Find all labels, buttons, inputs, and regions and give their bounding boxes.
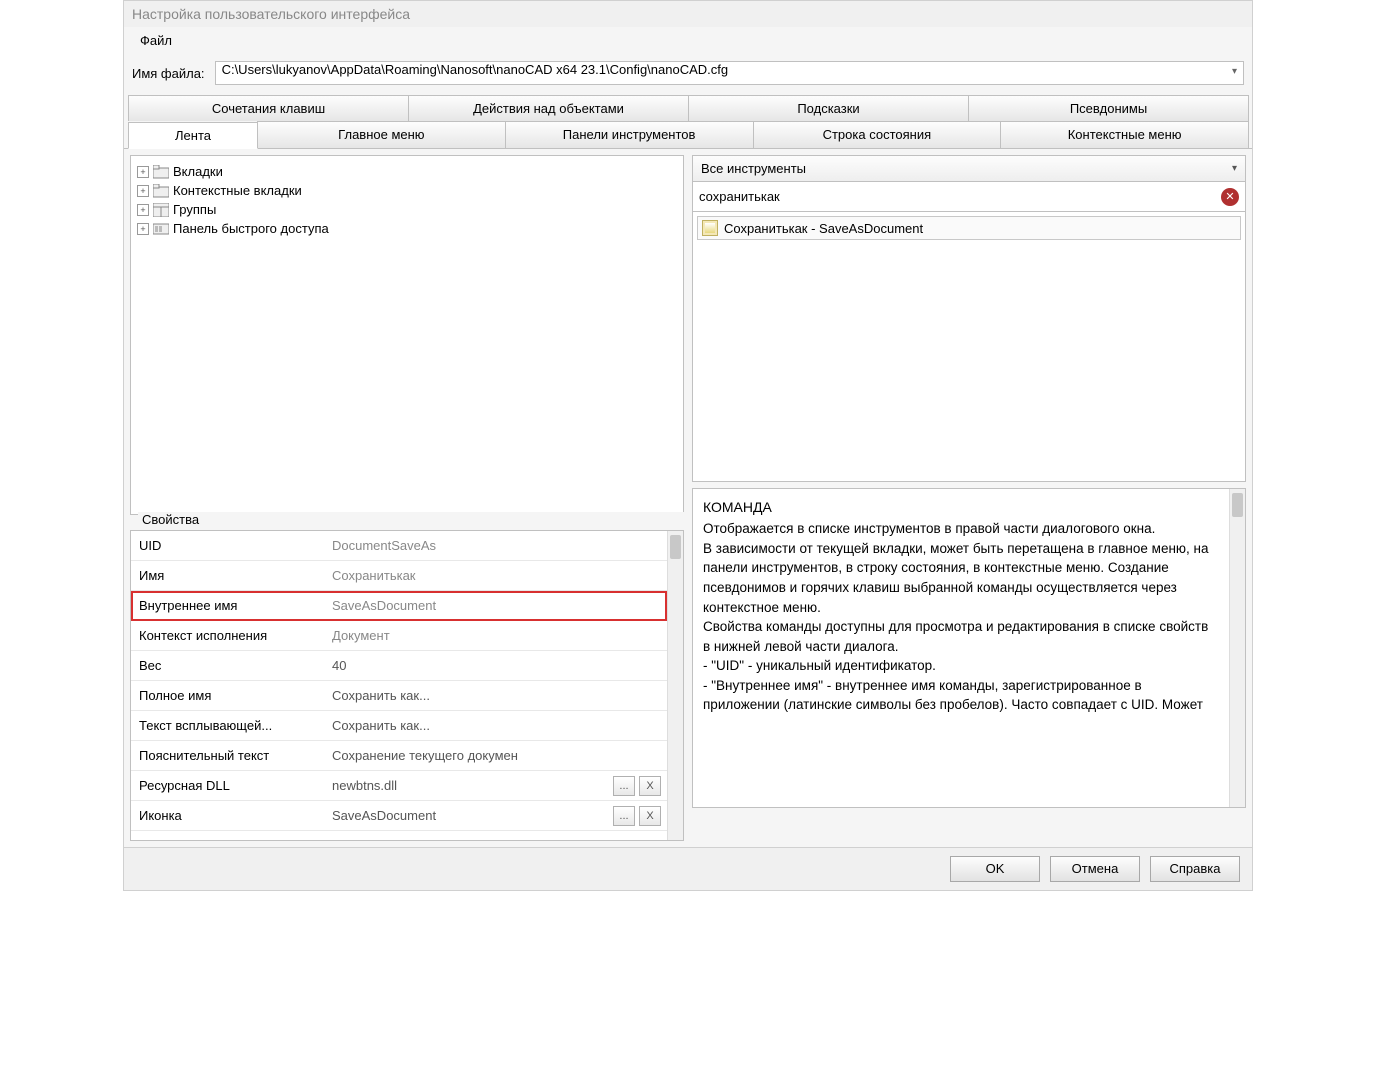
tree-label: Контекстные вкладки bbox=[173, 183, 302, 198]
tab-toolbars[interactable]: Панели инструментов bbox=[505, 121, 754, 148]
cancel-button[interactable]: Отмена bbox=[1050, 856, 1140, 882]
expand-icon[interactable]: + bbox=[137, 185, 149, 197]
chevron-down-icon: ▾ bbox=[1232, 163, 1237, 174]
prop-row-icon[interactable]: Иконка SaveAsDocument ... X bbox=[131, 801, 667, 831]
ok-button[interactable]: OK bbox=[950, 856, 1040, 882]
tab-strip: Сочетания клавиш Действия над объектами … bbox=[124, 95, 1252, 149]
tools-filter-combo[interactable]: Все инструменты ▾ bbox=[692, 155, 1246, 182]
tree-item-groups[interactable]: + Группы bbox=[137, 200, 677, 219]
folder-tabs-icon bbox=[153, 184, 169, 198]
menu-bar: Файл bbox=[124, 27, 1252, 53]
menu-file[interactable]: Файл bbox=[132, 31, 180, 50]
result-item-saveas[interactable]: Сохранитькак - SaveAsDocument bbox=[697, 216, 1241, 240]
dialog-buttons: OK Отмена Справка bbox=[124, 847, 1252, 890]
tab-ribbon[interactable]: Лента bbox=[128, 122, 258, 149]
expand-icon[interactable]: + bbox=[137, 223, 149, 235]
browse-button[interactable]: ... bbox=[613, 806, 635, 826]
file-path-combo[interactable]: C:\Users\lukyanov\AppData\Roaming\Nanoso… bbox=[215, 61, 1244, 85]
tools-search-panel: Все инструменты ▾ ✕ Сохранитькак - SaveA… bbox=[692, 155, 1246, 482]
properties-title: Свойства bbox=[138, 512, 692, 527]
tree-label: Панель быстрого доступа bbox=[173, 221, 329, 236]
properties-grid[interactable]: UID DocumentSaveAs Имя Сохранитькак Внут… bbox=[131, 531, 667, 840]
search-input[interactable] bbox=[699, 189, 1215, 204]
prop-row-uid[interactable]: UID DocumentSaveAs bbox=[131, 531, 667, 561]
help-panel: КОМАНДА Отображается в списке инструмент… bbox=[692, 488, 1246, 808]
properties-panel: Свойства UID DocumentSaveAs Имя Сохранит… bbox=[130, 521, 684, 841]
file-path-value: C:\Users\lukyanov\AppData\Roaming\Nanoso… bbox=[222, 62, 729, 77]
clear-search-icon[interactable]: ✕ bbox=[1221, 188, 1239, 206]
help-button[interactable]: Справка bbox=[1150, 856, 1240, 882]
tab-tooltips[interactable]: Подсказки bbox=[688, 95, 969, 121]
browse-button[interactable]: ... bbox=[613, 776, 635, 796]
tab-shortcuts[interactable]: Сочетания клавиш bbox=[128, 95, 409, 121]
chevron-down-icon: ▾ bbox=[1232, 66, 1237, 77]
body-area: + Вкладки + Контекстные вкладки + Группы… bbox=[124, 149, 1252, 847]
tree-item-tabs[interactable]: + Вкладки bbox=[137, 162, 677, 181]
result-label: Сохранитькак - SaveAsDocument bbox=[724, 221, 923, 236]
prop-row-internal-name[interactable]: Внутреннее имя SaveAsDocument bbox=[131, 591, 667, 621]
folder-tabs-icon bbox=[153, 165, 169, 179]
tab-context-menus[interactable]: Контекстные меню bbox=[1000, 121, 1249, 148]
file-name-label: Имя файла: bbox=[132, 66, 205, 81]
help-text: КОМАНДА Отображается в списке инструмент… bbox=[693, 489, 1229, 807]
search-results[interactable]: Сохранитькак - SaveAsDocument bbox=[692, 212, 1246, 482]
prop-row-description[interactable]: Пояснительный текст Сохранение текущего … bbox=[131, 741, 667, 771]
prop-row-resource-dll[interactable]: Ресурсная DLL newbtns.dll ... X bbox=[131, 771, 667, 801]
save-as-icon bbox=[702, 220, 718, 236]
window-title: Настройка пользовательского интерфейса bbox=[132, 6, 410, 22]
tools-filter-value: Все инструменты bbox=[701, 161, 806, 176]
prop-row-weight[interactable]: Вес 40 bbox=[131, 651, 667, 681]
search-row: ✕ bbox=[692, 182, 1246, 212]
ribbon-tree[interactable]: + Вкладки + Контекстные вкладки + Группы… bbox=[130, 155, 684, 515]
clear-button[interactable]: X bbox=[639, 806, 661, 826]
prop-row-context[interactable]: Контекст исполнения Документ bbox=[131, 621, 667, 651]
tree-item-context-tabs[interactable]: + Контекстные вкладки bbox=[137, 181, 677, 200]
scrollbar[interactable] bbox=[667, 531, 683, 840]
tab-status-bar[interactable]: Строка состояния bbox=[753, 121, 1002, 148]
prop-row-full-name[interactable]: Полное имя Сохранить как... bbox=[131, 681, 667, 711]
clear-button[interactable]: X bbox=[639, 776, 661, 796]
tab-main-menu[interactable]: Главное меню bbox=[257, 121, 506, 148]
quick-access-icon bbox=[153, 222, 169, 236]
tab-aliases[interactable]: Псевдонимы bbox=[968, 95, 1249, 121]
title-bar: Настройка пользовательского интерфейса bbox=[124, 1, 1252, 27]
help-heading: КОМАНДА bbox=[703, 497, 1219, 517]
expand-icon[interactable]: + bbox=[137, 166, 149, 178]
tab-object-actions[interactable]: Действия над объектами bbox=[408, 95, 689, 121]
prop-row-tooltip-text[interactable]: Текст всплывающей... Сохранить как... bbox=[131, 711, 667, 741]
prop-row-name[interactable]: Имя Сохранитькак bbox=[131, 561, 667, 591]
tree-label: Вкладки bbox=[173, 164, 223, 179]
panel-group-icon bbox=[153, 203, 169, 217]
expand-icon[interactable]: + bbox=[137, 204, 149, 216]
tree-label: Группы bbox=[173, 202, 216, 217]
tree-item-qat[interactable]: + Панель быстрого доступа bbox=[137, 219, 677, 238]
ui-config-window: Настройка пользовательского интерфейса Ф… bbox=[123, 0, 1253, 891]
scrollbar[interactable] bbox=[1229, 489, 1245, 807]
file-name-row: Имя файла: C:\Users\lukyanov\AppData\Roa… bbox=[124, 53, 1252, 95]
